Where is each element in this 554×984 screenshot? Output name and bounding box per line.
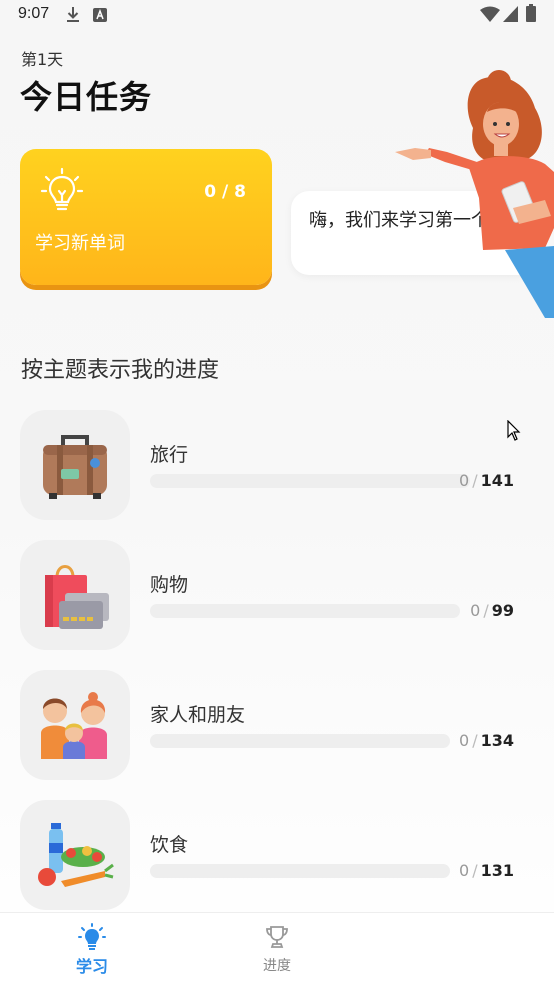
status-bar: 9:07 [0,0,554,30]
topic-progress-bar [150,864,450,878]
woman-illustration [395,70,554,318]
task-progress: 0 / 8 [204,182,246,202]
nav-label-progress: 进度 [263,958,291,974]
nav-item-study[interactable]: 学习 [52,923,132,977]
topic-row-family[interactable]: 家人和朋友 0/134 [20,670,530,780]
daily-task-card[interactable]: 0 / 8 学习新单词 [20,149,272,285]
topic-row-travel[interactable]: 旅行 0/141 [20,410,530,520]
task-label: 学习新单词 [35,233,125,254]
topic-total-count: 141 [480,471,514,490]
shopping-bag-icon [45,565,109,629]
topic-row-shopping[interactable]: 购物 0/99 [20,540,530,650]
count-separator: / [472,861,478,880]
topic-done-count: 0 [470,601,481,620]
topic-total-count: 134 [480,731,514,750]
topic-count: 0/141 [459,471,514,490]
topic-icon-box [20,540,130,650]
topic-row-food[interactable]: 饮食 0/131 [20,800,530,910]
nav-label-study: 学习 [75,957,108,976]
topic-name: 旅行 [150,444,189,466]
topic-done-count: 0 [459,731,470,750]
lightbulb-icon [78,923,106,950]
topic-count: 0/131 [459,861,514,880]
topic-name: 饮食 [150,834,189,856]
topic-icon-box [20,800,130,910]
keyboard-a-icon [93,8,107,22]
family-icon [41,692,107,759]
trophy-icon [266,926,288,948]
lightbulb-icon [40,167,84,211]
count-separator: / [472,471,478,490]
bottom-nav: 学习 进度 [0,912,554,984]
mouse-cursor-icon [507,420,521,441]
topic-done-count: 0 [459,471,470,490]
count-separator: / [472,731,478,750]
topic-name: 购物 [150,574,189,596]
topic-count: 0/134 [459,731,514,750]
topic-progress-bar [150,604,460,618]
suitcase-icon [43,435,107,499]
topic-count: 0/99 [470,601,514,620]
day-label: 第1天 [21,50,64,69]
topic-progress-bar [150,734,450,748]
section-title: 按主题表示我的进度 [21,358,220,383]
topic-progress-bar [150,474,470,488]
battery-icon [526,4,536,22]
topic-total-count: 131 [480,861,514,880]
topic-icon-box [20,670,130,780]
food-icon [38,823,114,887]
count-separator: / [483,601,489,620]
page-title: 今日任务 [20,78,153,116]
signal-icon [503,6,518,22]
topic-icon-box [20,410,130,520]
topic-total-count: 99 [491,601,514,620]
nav-item-progress[interactable]: 进度 [237,923,317,975]
status-time: 9:07 [18,5,50,22]
wifi-icon [480,6,500,22]
download-icon [67,7,79,22]
topic-done-count: 0 [459,861,470,880]
topic-name: 家人和朋友 [150,704,246,726]
